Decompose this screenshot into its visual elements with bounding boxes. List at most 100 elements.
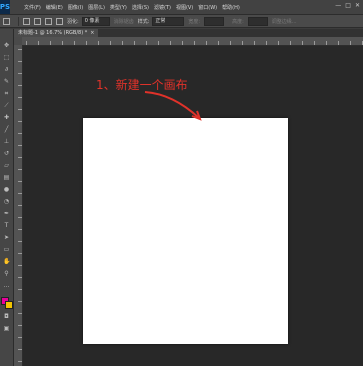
lasso-tool-icon[interactable]: ∂	[3, 67, 10, 73]
ruler-tick	[18, 349, 22, 350]
ruler-tick	[18, 361, 22, 362]
ruler-tick	[62, 41, 63, 45]
menu-bar: PS 文件(F) 编辑(E) 图像(I) 图层(L) 类型(Y) 选择(S) 滤…	[0, 0, 363, 15]
ruler-tick	[158, 41, 159, 45]
clone-stamp-tool-icon[interactable]: ⊥	[3, 139, 10, 145]
gradient-tool-icon[interactable]: ▤	[3, 175, 10, 181]
minimize-button[interactable]: —	[335, 2, 341, 9]
maximize-button[interactable]: □	[345, 2, 351, 9]
eraser-tool-icon[interactable]: ▱	[3, 163, 10, 169]
ruler-tick	[86, 41, 87, 45]
menu-file[interactable]: 文件(F)	[24, 4, 41, 11]
crop-tool-icon[interactable]: ⌗	[3, 91, 10, 97]
blur-tool-icon[interactable]: ●	[3, 187, 10, 193]
ruler-tick	[18, 313, 22, 314]
menu-view[interactable]: 视图(V)	[176, 4, 193, 11]
tools-panel: ✥ ⬚ ∂ ✎ ⌗ ⟋ ✚ ╱ ⊥ ↺ ▱ ▤ ● ◔ ✒ T ➤ ▭ ✋ ⚲ …	[0, 29, 14, 366]
height-input[interactable]	[247, 16, 268, 26]
menu-select[interactable]: 选择(S)	[132, 4, 149, 11]
shape-tool-icon[interactable]: ▭	[3, 247, 10, 253]
marquee-tool-icon[interactable]: ⬚	[3, 55, 10, 61]
ruler-tick	[38, 41, 39, 45]
ruler-tick	[74, 41, 75, 45]
style-select[interactable]: 正常	[152, 16, 185, 26]
ruler-tick	[26, 41, 27, 45]
eyedropper-tool-icon[interactable]: ⟋	[3, 103, 10, 109]
ruler-tick	[18, 337, 22, 338]
ruler-tick	[134, 41, 135, 45]
subtract-selection-icon[interactable]	[45, 17, 52, 25]
document-tab-label: 未标题-1 @ 16.7% (RGB/8) *	[18, 30, 88, 36]
ruler-tick	[18, 277, 22, 278]
ruler-tick	[18, 289, 22, 290]
horizontal-ruler[interactable]	[22, 37, 363, 46]
brush-tool-icon[interactable]: ╱	[3, 127, 10, 133]
feather-input[interactable]: 0 像素	[81, 16, 110, 26]
hand-tool-icon[interactable]: ✋	[3, 259, 10, 265]
ruler-tick	[230, 41, 231, 45]
menu-image[interactable]: 图像(I)	[68, 4, 83, 11]
ruler-tick	[18, 133, 22, 134]
menu-window[interactable]: 窗口(W)	[198, 4, 217, 11]
style-label: 样式:	[137, 18, 150, 25]
refine-edge-button[interactable]: 调整边缘...	[272, 18, 297, 25]
menu-filter[interactable]: 滤镜(T)	[154, 4, 171, 11]
menu-type[interactable]: 类型(Y)	[110, 4, 127, 11]
ruler-tick	[50, 41, 51, 45]
ruler-tick	[18, 169, 22, 170]
ruler-tick	[18, 229, 22, 230]
more-tools-icon[interactable]: …	[3, 283, 10, 289]
ruler-tick	[18, 109, 22, 110]
ruler-tick	[18, 73, 22, 74]
menu-edit[interactable]: 编辑(E)	[46, 4, 63, 11]
tab-close-icon[interactable]: ×	[90, 29, 94, 37]
new-selection-icon[interactable]	[23, 17, 30, 25]
white-canvas[interactable]	[83, 118, 288, 344]
ruler-tick	[266, 41, 267, 45]
healing-brush-tool-icon[interactable]: ✚	[3, 115, 10, 121]
background-color-swatch[interactable]	[5, 301, 13, 309]
ruler-tick	[18, 193, 22, 194]
quick-select-tool-icon[interactable]: ✎	[3, 79, 10, 85]
path-selection-tool-icon[interactable]: ➤	[3, 235, 10, 241]
ruler-tick	[290, 41, 291, 45]
ruler-tick	[170, 41, 171, 45]
add-selection-icon[interactable]	[34, 17, 41, 25]
window-controls: — □ ✕	[335, 2, 360, 9]
intersect-selection-icon[interactable]	[56, 17, 63, 25]
document-tab-bar: 未标题-1 @ 16.7% (RGB/8) * ×	[14, 29, 363, 37]
history-brush-tool-icon[interactable]: ↺	[3, 151, 10, 157]
ruler-tick	[18, 181, 22, 182]
ruler-tick	[242, 41, 243, 45]
screen-mode-icon[interactable]: ▣	[3, 326, 10, 332]
move-tool-icon[interactable]: ✥	[3, 43, 10, 49]
ruler-tick	[254, 41, 255, 45]
pen-tool-icon[interactable]: ✒	[3, 211, 10, 217]
type-tool-icon[interactable]: T	[3, 223, 10, 229]
zoom-tool-icon[interactable]: ⚲	[3, 271, 10, 277]
ruler-tick	[326, 41, 327, 45]
close-button[interactable]: ✕	[355, 2, 360, 9]
ruler-origin[interactable]	[14, 37, 22, 45]
menu-layer[interactable]: 图层(L)	[88, 4, 105, 11]
ruler-tick	[18, 61, 22, 62]
ruler-tick	[98, 41, 99, 45]
document-tab[interactable]: 未标题-1 @ 16.7% (RGB/8) * ×	[14, 29, 99, 37]
width-input[interactable]	[204, 16, 225, 26]
ruler-tick	[18, 85, 22, 86]
antialias-checkbox-label[interactable]: 消除锯齿	[114, 18, 134, 25]
document-workspace[interactable]: 1、新建一个画布	[23, 46, 363, 366]
ruler-tick	[218, 41, 219, 45]
ruler-tick	[338, 41, 339, 45]
ruler-tick	[18, 325, 22, 326]
quick-mask-icon[interactable]: ◘	[3, 314, 10, 320]
marquee-tool-preset-icon[interactable]	[3, 17, 10, 25]
ruler-tick	[18, 217, 22, 218]
feather-label: 羽化:	[67, 18, 79, 25]
menu-help[interactable]: 帮助(H)	[222, 4, 240, 11]
annotation-arrow	[144, 91, 202, 121]
ruler-tick	[350, 41, 351, 45]
photoshop-logo: PS	[0, 0, 10, 14]
vertical-ruler[interactable]	[14, 45, 23, 366]
dodge-tool-icon[interactable]: ◔	[3, 199, 10, 205]
